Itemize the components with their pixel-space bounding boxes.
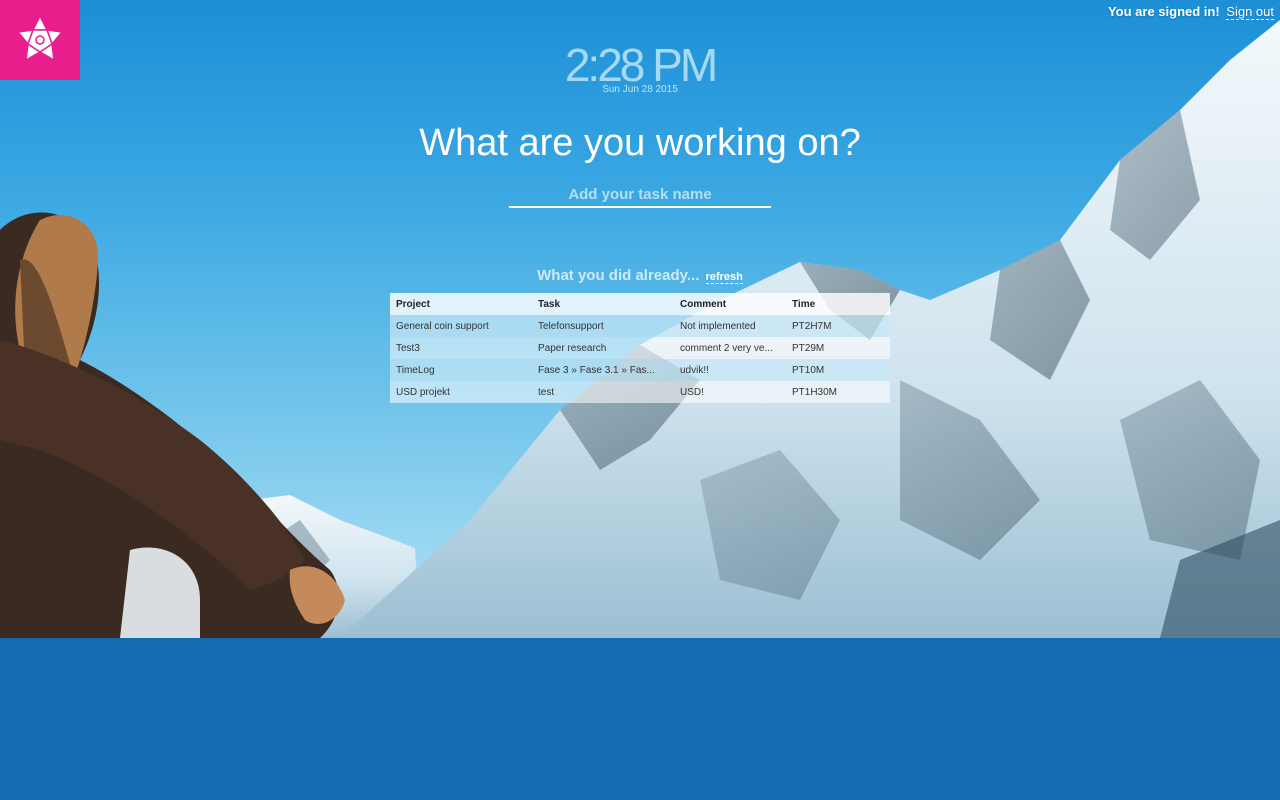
cell-task: Fase 3 » Fase 3.1 » Fas... [532,359,674,381]
cell-time: PT29M [786,337,890,359]
cell-project: TimeLog [390,359,532,381]
table-row[interactable]: TimeLog Fase 3 » Fase 3.1 » Fas... udvik… [390,359,890,381]
background-photo: You are signed in! Sign out 2:28 PM Sun … [0,0,1280,638]
cell-project: General coin support [390,315,532,337]
page-title: What are you working on? [419,122,861,164]
task-name-input[interactable] [509,182,771,208]
table-row[interactable]: USD projekt test USD! PT1H30M [390,381,890,403]
cell-task: Telefonsupport [532,315,674,337]
cell-comment: USD! [674,381,786,403]
cell-task: Paper research [532,337,674,359]
history-heading: What you did already... refresh [0,267,1280,284]
clock-date: Sun Jun 28 2015 [602,84,678,95]
signed-in-text: You are signed in! [1107,4,1220,19]
table-row[interactable]: Test3 Paper research comment 2 very ve..… [390,337,890,359]
cell-time: PT1H30M [786,381,890,403]
table-row[interactable]: General coin support Telefonsupport Not … [390,315,890,337]
column-header-task: Task [532,293,674,315]
column-header-comment: Comment [674,293,786,315]
cell-time: PT10M [786,359,890,381]
history-heading-text: What you did already... [537,267,700,284]
cell-time: PT2H7M [786,315,890,337]
cell-task: test [532,381,674,403]
page-footer-area [0,638,1280,800]
sign-out-link[interactable]: Sign out [1226,4,1274,20]
cell-comment: Not implemented [674,315,786,337]
refresh-link[interactable]: refresh [705,271,743,284]
cell-project: Test3 [390,337,532,359]
column-header-project: Project [390,293,532,315]
sign-in-status: You are signed in! Sign out [1107,4,1274,20]
table-header-row: Project Task Comment Time [390,293,890,315]
cell-comment: comment 2 very ve... [674,337,786,359]
history-table: Project Task Comment Time General coin s… [390,293,890,403]
column-header-time: Time [786,293,890,315]
cell-comment: udvik!! [674,359,786,381]
cell-project: USD projekt [390,381,532,403]
